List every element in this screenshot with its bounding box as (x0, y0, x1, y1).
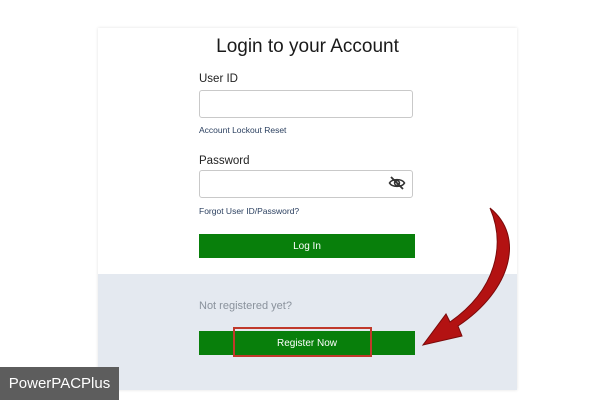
login-card: Login to your Account User ID Account Lo… (98, 28, 517, 390)
user-id-label: User ID (199, 73, 238, 85)
user-id-input[interactable] (199, 90, 413, 118)
forgot-credentials-link[interactable]: Forgot User ID/Password? (199, 206, 299, 216)
not-registered-text: Not registered yet? (199, 300, 292, 312)
watermark: PowerPACPlus (0, 367, 119, 400)
login-button[interactable]: Log In (199, 234, 415, 258)
password-input[interactable] (199, 170, 413, 198)
account-lockout-reset-link[interactable]: Account Lockout Reset (199, 125, 286, 135)
eye-slash-icon[interactable] (388, 175, 406, 191)
register-now-button[interactable]: Register Now (199, 331, 415, 355)
page-title: Login to your Account (216, 36, 399, 57)
page: Login to your Account User ID Account Lo… (0, 0, 600, 400)
password-label: Password (199, 155, 250, 167)
